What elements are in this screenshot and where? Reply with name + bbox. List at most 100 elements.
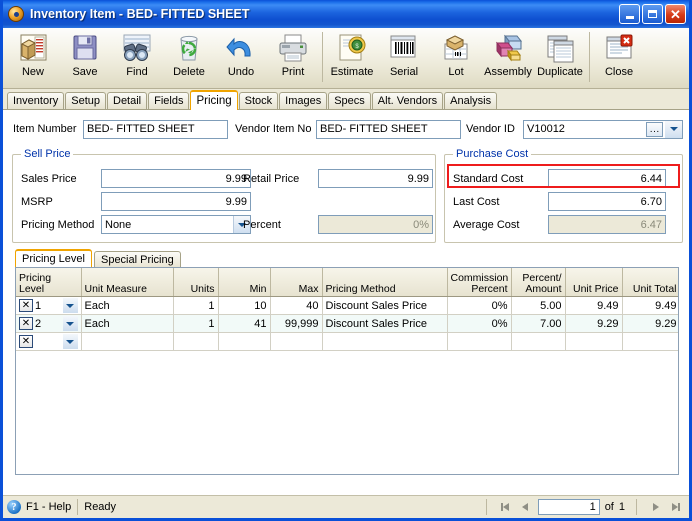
cell-units[interactable]	[173, 332, 219, 351]
vendor-item-no-input[interactable]: BED- FITTED SHEET	[316, 119, 461, 139]
cell-min[interactable]: 10	[218, 296, 271, 315]
cell-commission-percent[interactable]	[447, 332, 512, 351]
col-unit-total[interactable]: Unit Total	[622, 268, 678, 297]
vendor-id-label: Vendor ID	[466, 123, 515, 135]
toolbar-button-delete[interactable]: Delete	[163, 28, 215, 86]
estimate-seal-icon: $	[335, 32, 369, 64]
col-unit-measure[interactable]: Unit Measure	[81, 268, 174, 297]
cell-units[interactable]: 1	[173, 296, 219, 315]
toolbar-button-print[interactable]: Print	[267, 28, 319, 86]
col-commission-percent[interactable]: Commission Percent	[447, 268, 512, 297]
first-record-icon[interactable]	[498, 500, 513, 515]
toolbar-button-close[interactable]: Close	[593, 28, 645, 86]
toolbar-button-undo[interactable]: Undo	[215, 28, 267, 86]
tab-analysis[interactable]: Analysis	[444, 92, 498, 109]
toolbar-button-lot[interactable]: Lot	[430, 28, 482, 86]
cell-percent-amount[interactable]: 7.00	[511, 314, 566, 333]
cell-percent-amount[interactable]	[511, 332, 566, 351]
toolbar-button-serial[interactable]: Serial	[378, 28, 430, 86]
tab-fields[interactable]: Fields	[148, 92, 190, 109]
toolbar-button-estimate[interactable]: $ Estimate	[326, 28, 378, 86]
msrp-label: MSRP	[21, 195, 53, 208]
sales-price-input[interactable]: 9.99	[101, 169, 251, 188]
maximize-button[interactable]	[642, 4, 663, 24]
toolbar-label-lot: Lot	[448, 66, 464, 78]
cell-pricing-level[interactable]: ✕ 2	[16, 314, 82, 333]
cell-units[interactable]: 1	[173, 314, 219, 333]
next-record-icon[interactable]	[648, 500, 663, 515]
chevron-down-icon[interactable]	[62, 298, 78, 313]
page-number-input[interactable]: 1	[537, 499, 600, 515]
cell-pricing-method[interactable]: Discount Sales Price	[322, 296, 448, 315]
minimize-button[interactable]	[619, 4, 640, 24]
col-percent-amount[interactable]: Percent/ Amount	[511, 268, 566, 297]
help-question-icon[interactable]: ?	[7, 500, 21, 514]
chevron-down-icon[interactable]	[62, 316, 78, 331]
cell-unit-total[interactable]: 9.49	[622, 296, 678, 315]
x-delete-icon[interactable]: ✕	[19, 317, 33, 330]
help-label[interactable]: F1 - Help	[26, 501, 71, 513]
cell-max[interactable]: 40	[270, 296, 323, 315]
cell-min[interactable]	[218, 332, 271, 351]
col-max[interactable]: Max	[270, 268, 323, 297]
x-delete-icon[interactable]: ✕	[19, 335, 33, 348]
retail-price-input[interactable]: 9.99	[318, 169, 433, 188]
col-pricing-level[interactable]: Pricing Level	[16, 268, 82, 297]
col-min[interactable]: Min	[218, 268, 271, 297]
toolbar-button-assembly[interactable]: Assembly	[482, 28, 534, 86]
cell-unit-total[interactable]: 9.29	[622, 314, 678, 333]
toolbar-button-new[interactable]: New	[7, 28, 59, 86]
tab-specs[interactable]: Specs	[328, 92, 371, 109]
tab-inventory[interactable]: Inventory	[7, 92, 65, 109]
tab-images[interactable]: Images	[279, 92, 328, 109]
cell-unit-price[interactable]: 9.49	[565, 296, 623, 315]
cell-pricing-method[interactable]: Discount Sales Price	[322, 314, 448, 333]
cell-max[interactable]	[270, 332, 323, 351]
table-row[interactable]: ✕ 1 Each 1 10 40 Discount Sales Price 0%…	[16, 296, 678, 315]
cell-unit-measure[interactable]: Each	[81, 314, 174, 333]
percent-value: 0%	[318, 215, 433, 234]
tab-alt-vendors[interactable]: Alt. Vendors	[371, 92, 444, 109]
tab-stock[interactable]: Stock	[238, 92, 279, 109]
cell-pricing-level[interactable]: ✕	[16, 332, 82, 351]
col-units[interactable]: Units	[173, 268, 219, 297]
tab-pricing[interactable]: Pricing	[190, 90, 238, 110]
cell-unit-measure[interactable]: Each	[81, 296, 174, 315]
pricing-level-grid[interactable]: Pricing Level Unit Measure Units Min Max…	[15, 267, 679, 475]
col-unit-price[interactable]: Unit Price	[565, 268, 623, 297]
sub-tab-special-pricing[interactable]: Special Pricing	[93, 251, 181, 267]
toolbar-separator-1	[322, 32, 323, 82]
last-cost-input[interactable]: 6.70	[548, 192, 666, 211]
last-record-icon[interactable]	[668, 500, 683, 515]
chevron-down-icon[interactable]	[665, 120, 682, 138]
cell-pricing-level[interactable]: ✕ 1	[16, 296, 82, 315]
msrp-input[interactable]: 9.99	[101, 192, 251, 211]
close-button[interactable]: ✕	[665, 4, 686, 24]
toolbar-button-find[interactable]: Find	[111, 28, 163, 86]
cell-min[interactable]: 41	[218, 314, 271, 333]
table-row[interactable]: ✕ 2 Each 1 41 99,999 Discount Sales Pric…	[16, 314, 678, 333]
previous-record-icon[interactable]	[518, 500, 533, 515]
cell-commission-percent[interactable]: 0%	[447, 314, 512, 333]
item-number-input[interactable]: BED- FITTED SHEET	[83, 119, 228, 139]
toolbar-button-duplicate[interactable]: Duplicate	[534, 28, 586, 86]
chevron-down-icon[interactable]	[62, 334, 78, 349]
ellipsis-lookup-icon[interactable]: ···	[646, 121, 663, 137]
cell-unit-price[interactable]: 9.29	[565, 314, 623, 333]
table-row[interactable]: ✕	[16, 332, 678, 351]
cell-max[interactable]: 99,999	[270, 314, 323, 333]
tab-detail[interactable]: Detail	[107, 92, 148, 109]
x-delete-icon[interactable]: ✕	[19, 299, 33, 312]
pricing-method-select[interactable]: None	[101, 215, 251, 234]
cell-unit-measure[interactable]	[81, 332, 174, 351]
sub-tab-pricing-level[interactable]: Pricing Level	[15, 249, 92, 267]
cell-commission-percent[interactable]: 0%	[447, 296, 512, 315]
tab-setup[interactable]: Setup	[65, 92, 106, 109]
col-pricing-method[interactable]: Pricing Method	[322, 268, 448, 297]
vendor-id-combo[interactable]: V10012 ···	[523, 119, 683, 139]
cell-unit-price[interactable]	[565, 332, 623, 351]
cell-pricing-method[interactable]	[322, 332, 448, 351]
toolbar-button-save[interactable]: Save	[59, 28, 111, 86]
cell-unit-total[interactable]	[622, 332, 678, 351]
cell-percent-amount[interactable]: 5.00	[511, 296, 566, 315]
